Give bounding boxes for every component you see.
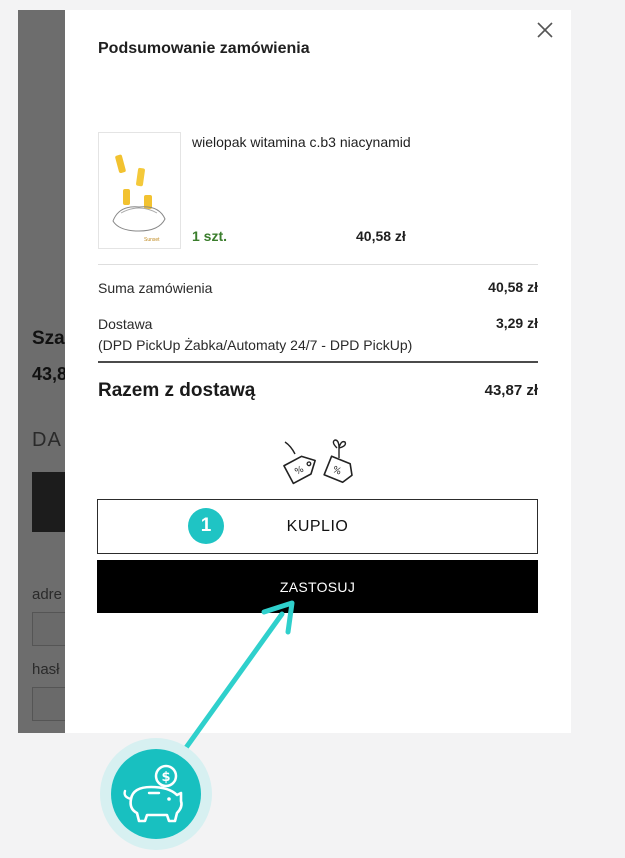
grand-total-label: Razem z dostawą (98, 380, 256, 401)
discount-code-input[interactable]: KUPLIO (97, 499, 538, 554)
grand-total-value: 43,87 zł (484, 382, 538, 399)
discount-tags-icon: % % (277, 434, 359, 496)
product-price: 40,58 zł (356, 228, 406, 244)
order-summary-modal: Podsumowanie zamówienia Sunset wielopak … (65, 10, 571, 733)
shipping-method: (DPD PickUp Żabka/Automaty 24/7 - DPD Pi… (98, 337, 413, 353)
coin-symbol: $ (161, 770, 170, 785)
close-icon (537, 22, 553, 38)
close-button[interactable] (535, 20, 555, 40)
modal-title: Podsumowanie zamówienia (98, 40, 310, 57)
svg-text:Sunset: Sunset (144, 237, 160, 243)
divider (98, 264, 538, 265)
total-divider (98, 361, 538, 363)
piggy-bank-coin-icon: $ (111, 749, 201, 839)
order-total-value: 40,58 zł (488, 279, 538, 295)
apply-discount-button[interactable]: ZASTOSUJ (97, 560, 538, 613)
step-number-badge: 1 (188, 508, 224, 544)
background-field-label-address: adre (32, 586, 63, 603)
shipping-value: 3,29 zł (495, 315, 538, 331)
product-name: wielopak witamina c.b3 niacynamid (192, 134, 411, 150)
background-field-label-password: hasł (32, 661, 60, 678)
shipping-label: Dostawa (98, 316, 153, 332)
piggy-bank-logo: $ (100, 738, 212, 850)
product-image: Sunset (98, 132, 181, 249)
order-total-label: Suma zamówienia (98, 280, 213, 296)
background-price: 43,8 (32, 364, 68, 384)
product-quantity: 1 szt. (192, 228, 228, 244)
background-section-heading: DA (32, 429, 62, 451)
